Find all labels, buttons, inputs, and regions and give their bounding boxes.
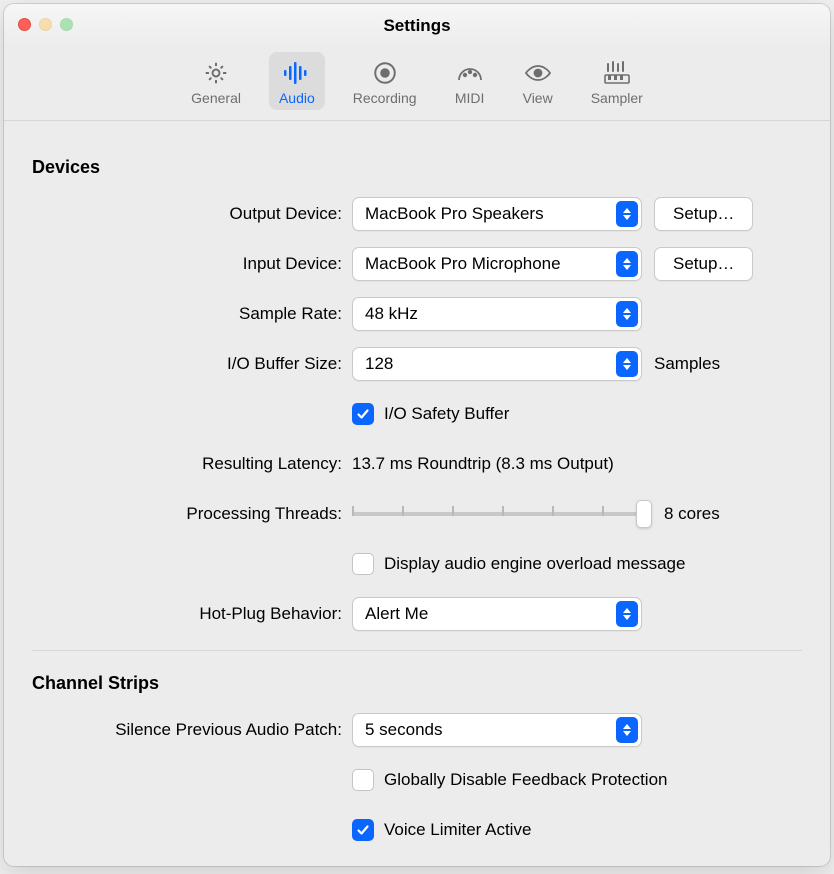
row-voice-limiter: Voice Limiter Active (32, 812, 802, 848)
label-threads: Processing Threads: (32, 504, 352, 524)
slider-thumb[interactable] (636, 500, 652, 528)
processing-threads-slider[interactable] (352, 500, 652, 528)
sample-rate-popup[interactable]: 48 kHz (352, 297, 642, 331)
settings-tabs: General Audio Recording (4, 48, 830, 121)
tab-recording[interactable]: Recording (343, 52, 427, 110)
section-title-devices: Devices (32, 157, 802, 178)
sampler-icon (602, 58, 632, 88)
label-silence: Silence Previous Audio Patch: (32, 720, 352, 740)
label-sample-rate: Sample Rate: (32, 304, 352, 324)
io-buffer-value: 128 (365, 354, 393, 374)
io-safety-label: I/O Safety Buffer (384, 404, 509, 424)
label-input-device: Input Device: (32, 254, 352, 274)
voice-limiter-checkbox[interactable] (352, 819, 374, 841)
input-device-popup[interactable]: MacBook Pro Microphone (352, 247, 642, 281)
overload-checkbox[interactable] (352, 553, 374, 575)
io-buffer-suffix: Samples (654, 354, 720, 374)
label-hotplug: Hot-Plug Behavior: (32, 604, 352, 624)
settings-content: Devices Output Device: MacBook Pro Speak… (4, 121, 830, 866)
titlebar: Settings (4, 4, 830, 48)
hotplug-popup[interactable]: Alert Me (352, 597, 642, 631)
input-device-value: MacBook Pro Microphone (365, 254, 561, 274)
silence-popup[interactable]: 5 seconds (352, 713, 642, 747)
tab-midi[interactable]: MIDI (445, 52, 495, 110)
output-device-setup-button[interactable]: Setup… (654, 197, 753, 231)
tab-sampler[interactable]: Sampler (581, 52, 653, 110)
updown-icon (616, 351, 638, 377)
row-io-safety: I/O Safety Buffer (32, 396, 802, 432)
waveform-icon (282, 58, 312, 88)
io-safety-checkbox[interactable] (352, 403, 374, 425)
minimize-window-button[interactable] (39, 18, 52, 31)
row-silence: Silence Previous Audio Patch: 5 seconds (32, 712, 802, 748)
section-divider (32, 650, 802, 651)
record-icon (370, 58, 400, 88)
gear-icon (201, 58, 231, 88)
voice-limiter-label: Voice Limiter Active (384, 820, 531, 840)
updown-icon (616, 201, 638, 227)
gauge-icon (455, 58, 485, 88)
tab-label: Audio (279, 90, 315, 106)
tab-audio[interactable]: Audio (269, 52, 325, 110)
output-device-value: MacBook Pro Speakers (365, 204, 544, 224)
row-sample-rate: Sample Rate: 48 kHz (32, 296, 802, 332)
section-title-channel-strips: Channel Strips (32, 673, 802, 694)
row-io-buffer: I/O Buffer Size: 128 Samples (32, 346, 802, 382)
silence-value: 5 seconds (365, 720, 443, 740)
row-input-device: Input Device: MacBook Pro Microphone Set… (32, 246, 802, 282)
eye-icon (523, 58, 553, 88)
window-title: Settings (4, 16, 830, 36)
hotplug-value: Alert Me (365, 604, 428, 624)
updown-icon (616, 717, 638, 743)
tab-general[interactable]: General (181, 52, 251, 110)
zoom-window-button[interactable] (60, 18, 73, 31)
tab-label: Sampler (591, 90, 643, 106)
label-latency: Resulting Latency: (32, 454, 352, 474)
feedback-label: Globally Disable Feedback Protection (384, 770, 667, 790)
tab-label: MIDI (455, 90, 485, 106)
row-hotplug: Hot-Plug Behavior: Alert Me (32, 596, 802, 632)
feedback-checkbox[interactable] (352, 769, 374, 791)
updown-icon (616, 301, 638, 327)
row-threads: Processing Threads: 8 cores (32, 496, 802, 532)
tab-label: Recording (353, 90, 417, 106)
row-overload: Display audio engine overload message (32, 546, 802, 582)
overload-label: Display audio engine overload message (384, 554, 685, 574)
settings-window: Settings General Audio (4, 4, 830, 866)
row-output-device: Output Device: MacBook Pro Speakers Setu… (32, 196, 802, 232)
latency-value: 13.7 ms Roundtrip (8.3 ms Output) (352, 454, 614, 474)
threads-readout: 8 cores (664, 504, 720, 524)
row-feedback: Globally Disable Feedback Protection (32, 762, 802, 798)
updown-icon (616, 601, 638, 627)
tab-label: View (523, 90, 553, 106)
sample-rate-value: 48 kHz (365, 304, 418, 324)
tab-label: General (191, 90, 241, 106)
label-io-buffer: I/O Buffer Size: (32, 354, 352, 374)
input-device-setup-button[interactable]: Setup… (654, 247, 753, 281)
tab-view[interactable]: View (513, 52, 563, 110)
traffic-lights (18, 18, 73, 31)
updown-icon (616, 251, 638, 277)
row-latency: Resulting Latency: 13.7 ms Roundtrip (8.… (32, 446, 802, 482)
close-window-button[interactable] (18, 18, 31, 31)
label-output-device: Output Device: (32, 204, 352, 224)
io-buffer-popup[interactable]: 128 (352, 347, 642, 381)
output-device-popup[interactable]: MacBook Pro Speakers (352, 197, 642, 231)
